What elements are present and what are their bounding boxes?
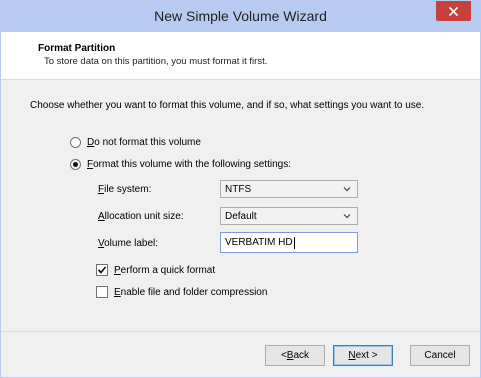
file-system-value: NTFS	[225, 183, 252, 195]
close-icon	[449, 6, 458, 16]
checkmark-icon	[97, 266, 107, 274]
window-title: New Simple Volume Wizard	[154, 8, 327, 24]
format-radio[interactable]	[70, 159, 81, 170]
allocation-unit-value: Default	[225, 210, 257, 222]
no-format-option[interactable]: Do not format this volume	[70, 137, 201, 148]
compression-checkbox[interactable]	[96, 286, 108, 298]
volume-label-value: VERBATIM HD	[225, 237, 293, 248]
page-subtitle: To store data on this partition, you mus…	[44, 56, 268, 67]
chevron-down-icon	[343, 187, 351, 192]
compression-option[interactable]: Enable file and folder compression	[96, 286, 267, 298]
back-button[interactable]: < Back	[265, 345, 325, 366]
volume-label-label: Volume label:	[98, 238, 159, 249]
chevron-down-icon	[343, 214, 351, 219]
title-bar[interactable]: New Simple Volume Wizard	[1, 1, 480, 32]
instruction-text: Choose whether you want to format this v…	[30, 100, 425, 111]
next-button[interactable]: Next >	[333, 345, 393, 366]
file-system-label: File system:	[98, 184, 152, 195]
text-caret	[293, 236, 295, 249]
allocation-unit-label: Allocation unit size:	[98, 211, 184, 222]
compression-label: Enable file and folder compression	[114, 286, 268, 298]
wizard-window: New Simple Volume Wizard Format Partitio…	[0, 0, 481, 378]
file-system-select[interactable]: NTFS	[220, 180, 358, 198]
volume-label-input[interactable]: VERBATIM HD	[220, 232, 358, 253]
no-format-label: Do not format this volume	[87, 137, 201, 148]
page-title: Format Partition	[38, 43, 116, 54]
wizard-footer: < Back Next > Cancel	[1, 331, 480, 377]
quick-format-checkbox[interactable]	[96, 264, 108, 276]
close-button[interactable]	[436, 1, 471, 21]
wizard-header: Format Partition To store data on this p…	[1, 32, 480, 80]
cancel-button[interactable]: Cancel	[410, 345, 470, 366]
quick-format-label: Perform a quick format	[114, 264, 216, 276]
wizard-body: Choose whether you want to format this v…	[1, 81, 480, 331]
quick-format-option[interactable]: Perform a quick format	[96, 264, 215, 276]
no-format-radio[interactable]	[70, 137, 81, 148]
format-label: Format this volume with the following se…	[87, 159, 291, 170]
format-option[interactable]: Format this volume with the following se…	[70, 159, 291, 170]
allocation-unit-select[interactable]: Default	[220, 207, 358, 225]
